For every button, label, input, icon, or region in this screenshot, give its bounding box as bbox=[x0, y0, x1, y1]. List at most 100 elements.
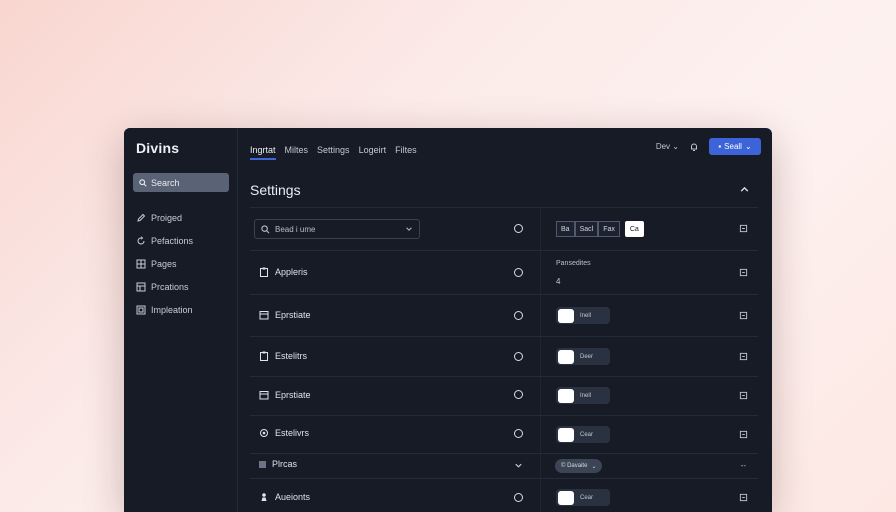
settings-search-input[interactable]: Bead i ume bbox=[254, 219, 420, 239]
sidebar-item-impleation[interactable]: Impleation bbox=[136, 303, 193, 317]
segment-button-selected[interactable]: Ca bbox=[624, 221, 644, 237]
settings-row-left: Estelivrs bbox=[250, 416, 540, 453]
radio-button[interactable] bbox=[514, 224, 523, 233]
sidebar-search-label: Search bbox=[151, 177, 180, 188]
chevron-down-icon: ⌄ bbox=[672, 142, 679, 151]
tab-filtes[interactable]: Filtes bbox=[395, 142, 417, 160]
empty-value: -- bbox=[740, 461, 746, 470]
toggle-label: Cear bbox=[580, 431, 594, 438]
tab-logeirt[interactable]: Logeirt bbox=[359, 142, 387, 160]
field-value[interactable]: 4 bbox=[556, 277, 560, 286]
toggle-knob bbox=[558, 308, 574, 323]
settings-row-right: Inell bbox=[547, 295, 758, 336]
setting-label: Appleris bbox=[259, 267, 308, 277]
settings-row-right: Pansedites 4 bbox=[547, 251, 758, 294]
setting-label: Estelitrs bbox=[259, 351, 307, 361]
tab-miltes[interactable]: Miltes bbox=[285, 142, 309, 160]
square-icon bbox=[259, 460, 266, 468]
sidebar-item-label: Pefactions bbox=[151, 236, 194, 246]
settings-row: Appleris Pansedites 4 bbox=[250, 251, 758, 294]
settings-row: Eprstiate Inell bbox=[250, 295, 758, 336]
bell-icon[interactable] bbox=[689, 142, 699, 152]
setting-label-text: Appleris bbox=[275, 267, 308, 277]
setting-label-text: Eprstiate bbox=[275, 390, 311, 400]
sidebar-search-button[interactable]: Search bbox=[133, 173, 229, 192]
chevron-down-icon[interactable] bbox=[514, 461, 523, 470]
column-separator bbox=[540, 479, 541, 512]
segment-button[interactable]: Ba bbox=[556, 221, 575, 237]
setting-label-text: Eprstiate bbox=[275, 310, 311, 320]
chevron-down-icon: ⌄ bbox=[744, 142, 752, 151]
radio-button[interactable] bbox=[514, 311, 523, 320]
tab-ingrtat[interactable]: Ingrtat bbox=[250, 142, 276, 160]
copy-icon[interactable] bbox=[739, 268, 748, 277]
column-separator bbox=[540, 295, 541, 336]
radio-button[interactable] bbox=[514, 390, 523, 399]
tab-settings[interactable]: Settings bbox=[317, 142, 350, 160]
setting-label: Plrcas bbox=[259, 459, 297, 469]
settings-row-left: Eprstiate bbox=[250, 377, 540, 415]
settings-row-left: Aueionts bbox=[250, 479, 540, 512]
copy-icon[interactable] bbox=[739, 493, 748, 502]
primary-action-button[interactable]: ▪ Seall ⌄ bbox=[709, 138, 761, 155]
copy-icon[interactable] bbox=[739, 311, 748, 320]
layers-icon bbox=[136, 282, 146, 292]
environment-label: Dev bbox=[655, 142, 671, 151]
search-icon bbox=[139, 178, 147, 187]
copy-icon[interactable] bbox=[739, 224, 748, 233]
toggle-switch[interactable]: Inell bbox=[556, 387, 610, 404]
search-row-left: Bead i ume bbox=[250, 208, 540, 250]
gear-icon bbox=[260, 429, 268, 437]
column-separator bbox=[540, 208, 541, 250]
sidebar: Divins Search Proiged Pefactions Pages P… bbox=[124, 128, 238, 512]
chevron-up-icon[interactable] bbox=[739, 184, 750, 195]
tag-dropdown[interactable]: © Davaite ⌄ bbox=[555, 459, 603, 473]
toggle-switch[interactable]: Deer bbox=[556, 348, 610, 365]
setting-label: Eprstiate bbox=[259, 310, 311, 320]
settings-row-left: Eprstiate bbox=[250, 295, 540, 336]
toggle-switch[interactable]: Inell bbox=[556, 307, 610, 324]
segment-button[interactable]: Fax bbox=[598, 221, 620, 237]
setting-label-text: Estelivrs bbox=[275, 428, 310, 438]
settings-row-left: Appleris bbox=[250, 251, 540, 294]
toggle-label: Cear bbox=[580, 494, 594, 501]
copy-icon[interactable] bbox=[739, 391, 748, 400]
sidebar-item-label: Proiged bbox=[151, 213, 183, 223]
radio-button[interactable] bbox=[514, 429, 523, 438]
toggle-switch[interactable]: Cear bbox=[556, 426, 610, 443]
sidebar-item-pefactions[interactable]: Pefactions bbox=[136, 234, 193, 248]
collapsed-row-left: Plrcas bbox=[250, 454, 540, 478]
collapsed-row-right: © Davaite ⌄ -- bbox=[547, 454, 758, 478]
tag-label: © Davaite bbox=[561, 463, 588, 469]
environment-dropdown[interactable]: Dev ⌄ bbox=[656, 142, 679, 151]
copy-icon[interactable] bbox=[739, 430, 748, 439]
settings-row-right: Cear bbox=[547, 416, 758, 453]
page-title: Settings bbox=[250, 182, 301, 198]
calendar-icon bbox=[259, 391, 269, 400]
person-icon bbox=[261, 493, 267, 501]
setting-label-text: Aueionts bbox=[275, 492, 311, 502]
sidebar-item-prcations[interactable]: Prcations bbox=[136, 280, 189, 294]
radio-button[interactable] bbox=[514, 493, 523, 502]
settings-row: Estelivrs Cear bbox=[250, 416, 758, 453]
column-separator bbox=[540, 454, 541, 478]
radio-button[interactable] bbox=[514, 268, 523, 277]
grid-icon bbox=[136, 259, 146, 269]
collapsed-row[interactable]: Plrcas © Davaite ⌄ -- bbox=[250, 454, 758, 478]
setting-label-text: Plrcas bbox=[272, 459, 298, 469]
segment-button[interactable]: Sacl bbox=[574, 221, 599, 237]
sidebar-item-proiged[interactable]: Proiged bbox=[136, 211, 182, 225]
sidebar-item-label: Pages bbox=[151, 259, 177, 269]
pencil-icon bbox=[137, 213, 146, 222]
radio-button[interactable] bbox=[514, 352, 523, 361]
app-window: Divins Search Proiged Pefactions Pages P… bbox=[124, 128, 772, 512]
setting-label: Eprstiate bbox=[259, 390, 311, 400]
setting-label-text: Estelitrs bbox=[275, 351, 308, 361]
copy-icon[interactable] bbox=[739, 352, 748, 361]
top-navigation: Ingrtat Miltes Settings Logeirt Filtes bbox=[250, 142, 417, 162]
sidebar-item-pages[interactable]: Pages bbox=[136, 257, 177, 271]
toggle-switch[interactable]: Cear bbox=[556, 489, 610, 506]
primary-button-label: Seall bbox=[724, 142, 742, 151]
setting-label: Estelivrs bbox=[259, 428, 309, 438]
settings-row: Estelitrs Deer bbox=[250, 337, 758, 376]
